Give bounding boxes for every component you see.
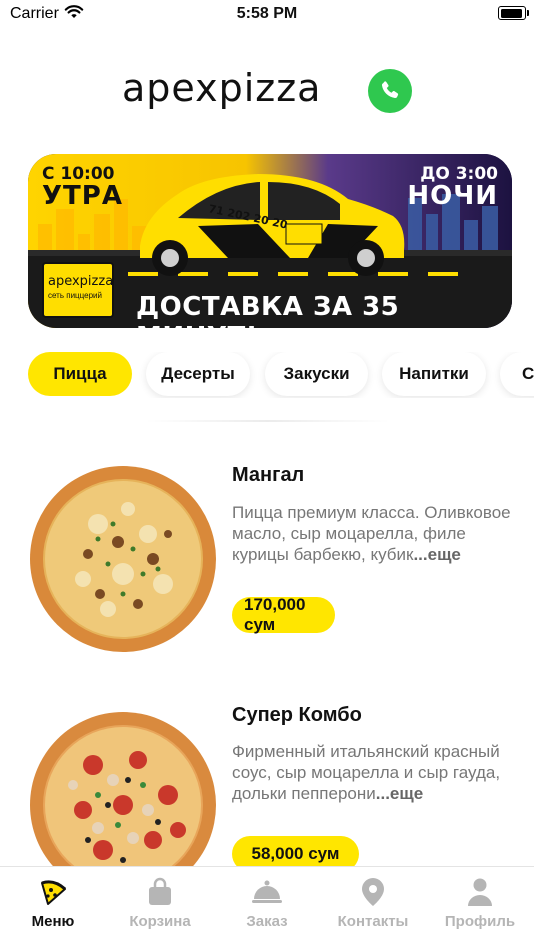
pizza-image bbox=[30, 466, 216, 652]
tab-label: Меню bbox=[31, 913, 75, 930]
phone-icon bbox=[381, 81, 399, 99]
banner-morning: УТРА bbox=[42, 181, 123, 211]
tab-label: Заказ bbox=[246, 913, 288, 930]
category-snacks[interactable]: Закуски bbox=[265, 352, 368, 396]
tab-label: Корзина bbox=[129, 913, 191, 930]
battery-icon bbox=[498, 6, 529, 20]
banner-logo-name: apexpizza bbox=[48, 274, 114, 289]
product-description-text: Пицца премиум класса. Оливковое масло, с… bbox=[232, 503, 511, 564]
clock-label: 5:58 PM bbox=[236, 5, 298, 22]
tab-cart[interactable]: Корзина bbox=[107, 877, 213, 930]
map-pin-icon bbox=[362, 878, 384, 906]
product-description-text: Фирменный итальянский красный соус, сыр … bbox=[232, 742, 501, 803]
promo-banner[interactable]: 71 202 20 20 С 10:00 УТРА ДО 3:00 НОЧИ a… bbox=[28, 154, 512, 328]
bottom-tab-bar: Меню Корзина Заказ Контакты Профиль bbox=[0, 866, 534, 951]
product-description: Пицца премиум класса. Оливковое масло, с… bbox=[232, 502, 512, 565]
more-link[interactable]: ...еще bbox=[376, 784, 423, 803]
tab-order[interactable]: Заказ bbox=[214, 877, 320, 930]
status-bar: Carrier 5:58 PM bbox=[0, 0, 534, 30]
tab-menu[interactable]: Меню bbox=[0, 877, 106, 930]
more-link[interactable]: ...еще bbox=[413, 545, 460, 564]
brand-logo: apexpizza bbox=[122, 66, 322, 110]
banner-logo-sub: сеть пиццерий bbox=[48, 291, 102, 300]
product-description: Фирменный итальянский красный соус, сыр … bbox=[232, 741, 512, 804]
call-button[interactable] bbox=[368, 69, 412, 113]
banner-night: НОЧИ bbox=[407, 181, 498, 211]
product-name: Мангал bbox=[232, 464, 305, 486]
user-icon bbox=[468, 878, 492, 906]
divider bbox=[145, 420, 390, 422]
banner-delivery-text: ДОСТАВКА ЗА 35 МИНУТ! bbox=[136, 292, 400, 328]
category-tabs: Пицца Десерты Закуски Напитки Са bbox=[0, 352, 534, 398]
category-pizza[interactable]: Пицца bbox=[28, 352, 132, 396]
product-name: Супер Комбо bbox=[232, 704, 362, 726]
pizza-slice-icon bbox=[41, 880, 67, 905]
category-desserts[interactable]: Десерты bbox=[146, 352, 250, 396]
category-partial[interactable]: Са bbox=[500, 352, 534, 396]
tab-profile[interactable]: Профиль bbox=[427, 877, 533, 930]
tab-contacts[interactable]: Контакты bbox=[320, 877, 426, 930]
cloche-icon bbox=[252, 880, 282, 903]
banner-logo: apexpizza сеть пиццерий bbox=[42, 262, 114, 318]
category-drinks[interactable]: Напитки bbox=[382, 352, 486, 396]
shopping-bag-icon bbox=[149, 877, 171, 905]
price-button[interactable]: 170,000 сум bbox=[232, 595, 335, 634]
tab-label: Профиль bbox=[444, 913, 516, 930]
tab-label: Контакты bbox=[337, 913, 409, 930]
